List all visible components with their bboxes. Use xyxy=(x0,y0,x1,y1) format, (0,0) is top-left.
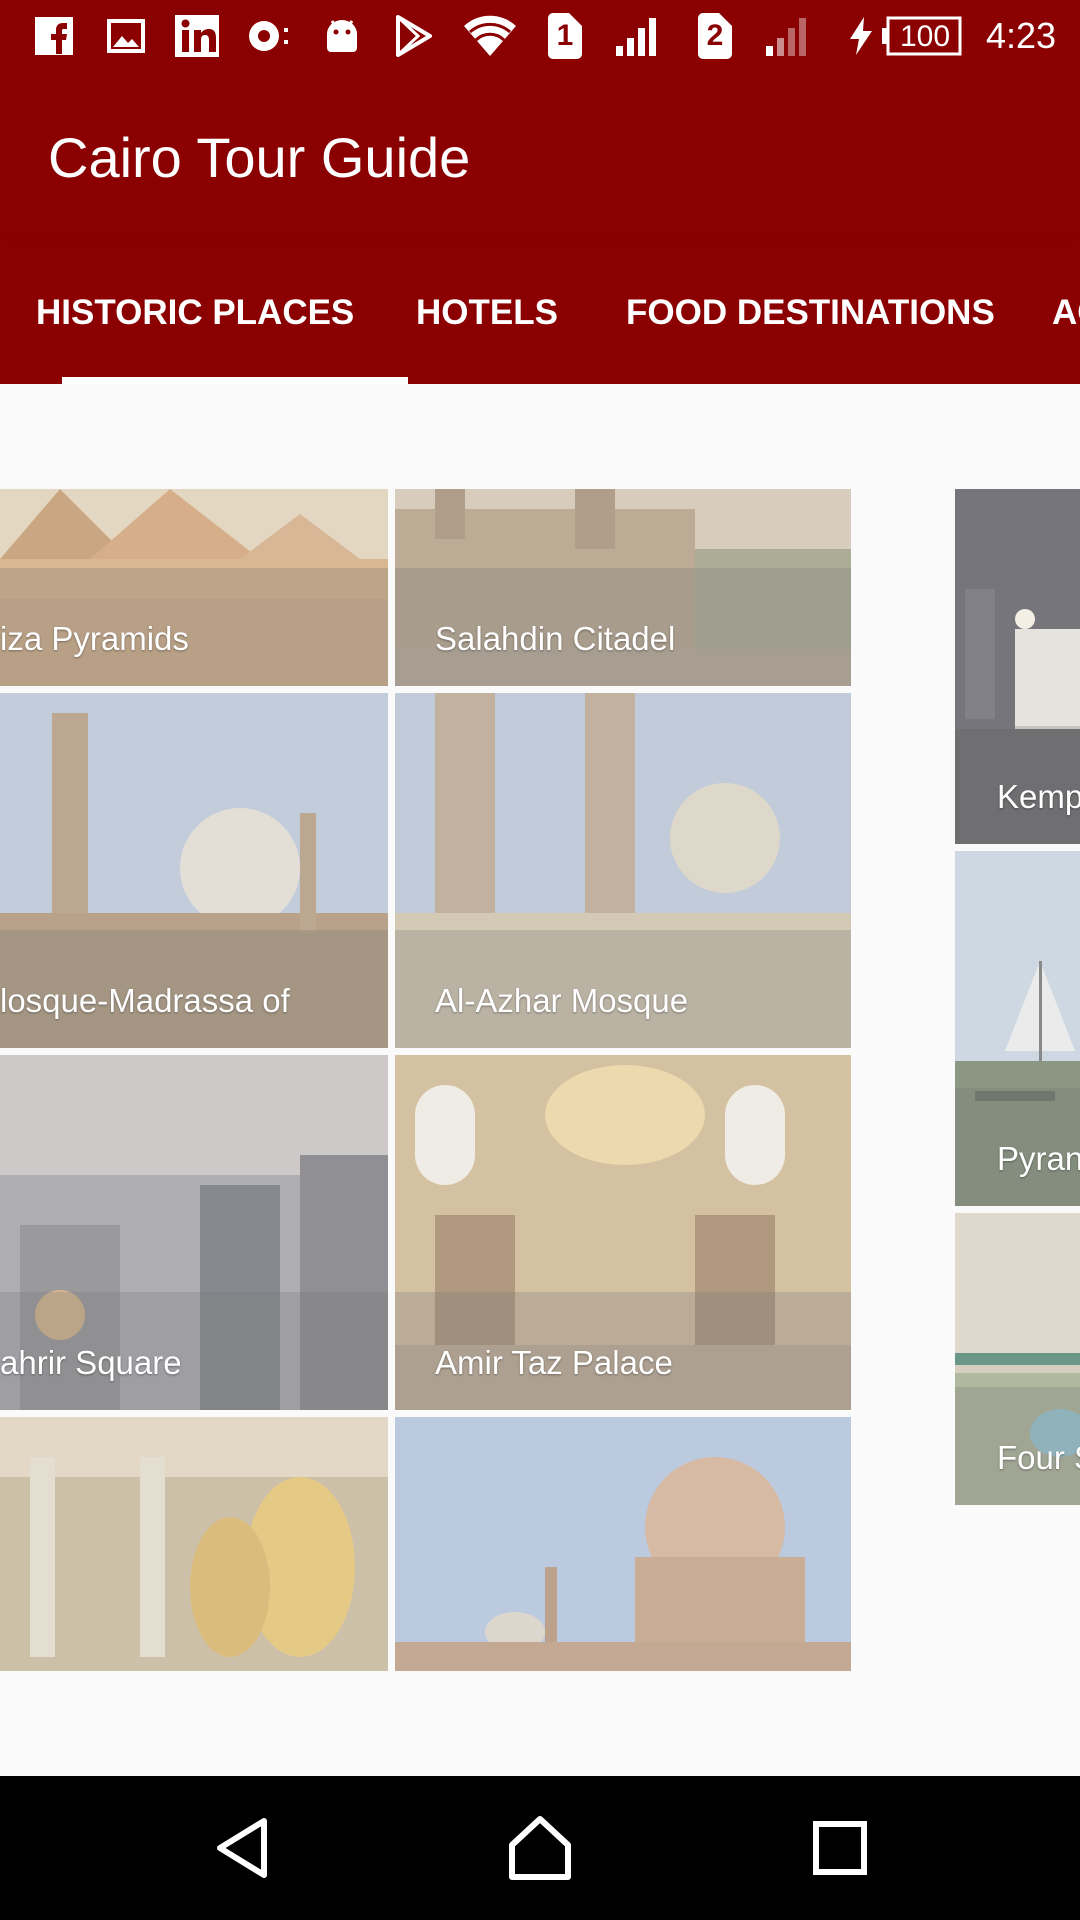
hotel-name: Four S xyxy=(997,1439,1080,1476)
hotel-name: Pyran xyxy=(997,1140,1080,1177)
sim2-badge: 2 xyxy=(696,13,734,59)
hotel-card[interactable]: Four S xyxy=(955,1213,1080,1505)
place-card[interactable]: iza Pyramids xyxy=(0,489,388,686)
place-name: Al-Azhar Mosque xyxy=(435,982,689,1019)
content-pager[interactable]: iza Pyramids Salahdin Citadel losque-Mad… xyxy=(0,384,1080,1776)
gallery-icon xyxy=(106,16,146,56)
status-bar: 1 2 100 4:23 xyxy=(0,0,1080,73)
camera-icon xyxy=(246,16,294,56)
hotel-card[interactable]: Pyran xyxy=(955,851,1080,1206)
tab-hotels[interactable]: HOTELS xyxy=(416,293,558,333)
home-icon[interactable] xyxy=(495,1806,585,1890)
tab-bar: HISTORIC PLACES HOTELS FOOD DESTINATIONS… xyxy=(0,241,1080,384)
place-card[interactable]: Al-Azhar Mosque xyxy=(395,693,851,1048)
tab-historic-places[interactable]: HISTORIC PLACES xyxy=(36,293,354,333)
place-name: iza Pyramids xyxy=(0,620,189,657)
clock: 4:23 xyxy=(986,15,1057,56)
play-store-icon xyxy=(394,15,434,57)
charging-icon xyxy=(848,16,874,56)
place-name: Salahdin Citadel xyxy=(435,620,676,657)
place-card[interactable]: losque-Madrassa of xyxy=(0,693,388,1048)
sim1-badge: 1 xyxy=(546,13,584,59)
linkedin-icon xyxy=(174,15,220,57)
sim2-label: 2 xyxy=(706,19,724,52)
place-card[interactable]: Amir Taz Palace xyxy=(395,1055,851,1410)
sim1-label: 1 xyxy=(556,19,574,52)
facebook-icon xyxy=(34,16,74,56)
back-icon[interactable] xyxy=(197,1806,287,1890)
place-name: ahrir Square xyxy=(0,1344,182,1381)
place-name: Amir Taz Palace xyxy=(435,1344,673,1381)
battery-icon: 100 xyxy=(880,16,962,56)
battery-level: 100 xyxy=(900,20,951,53)
place-card[interactable]: ahrir Square xyxy=(0,1055,388,1410)
signal-weak-icon xyxy=(764,16,814,56)
hotel-card[interactable]: Kemp xyxy=(955,489,1080,844)
place-card[interactable] xyxy=(395,1417,851,1671)
hotel-name: Kemp xyxy=(997,778,1080,815)
app-bar: Cairo Tour Guide xyxy=(0,73,1080,241)
android-icon xyxy=(322,16,362,56)
navigation-bar xyxy=(0,1776,1080,1920)
wifi-icon xyxy=(462,15,518,56)
app-title: Cairo Tour Guide xyxy=(48,126,471,189)
recents-icon[interactable] xyxy=(795,1806,885,1890)
tab-indicator xyxy=(62,377,408,384)
place-name: losque-Madrassa of xyxy=(0,982,290,1019)
place-card[interactable]: Salahdin Citadel xyxy=(395,489,851,686)
tab-food-destinations[interactable]: FOOD DESTINATIONS xyxy=(626,293,995,333)
place-card[interactable] xyxy=(0,1417,388,1671)
tab-activities[interactable]: AC xyxy=(1052,293,1080,333)
signal-icon xyxy=(614,16,664,56)
